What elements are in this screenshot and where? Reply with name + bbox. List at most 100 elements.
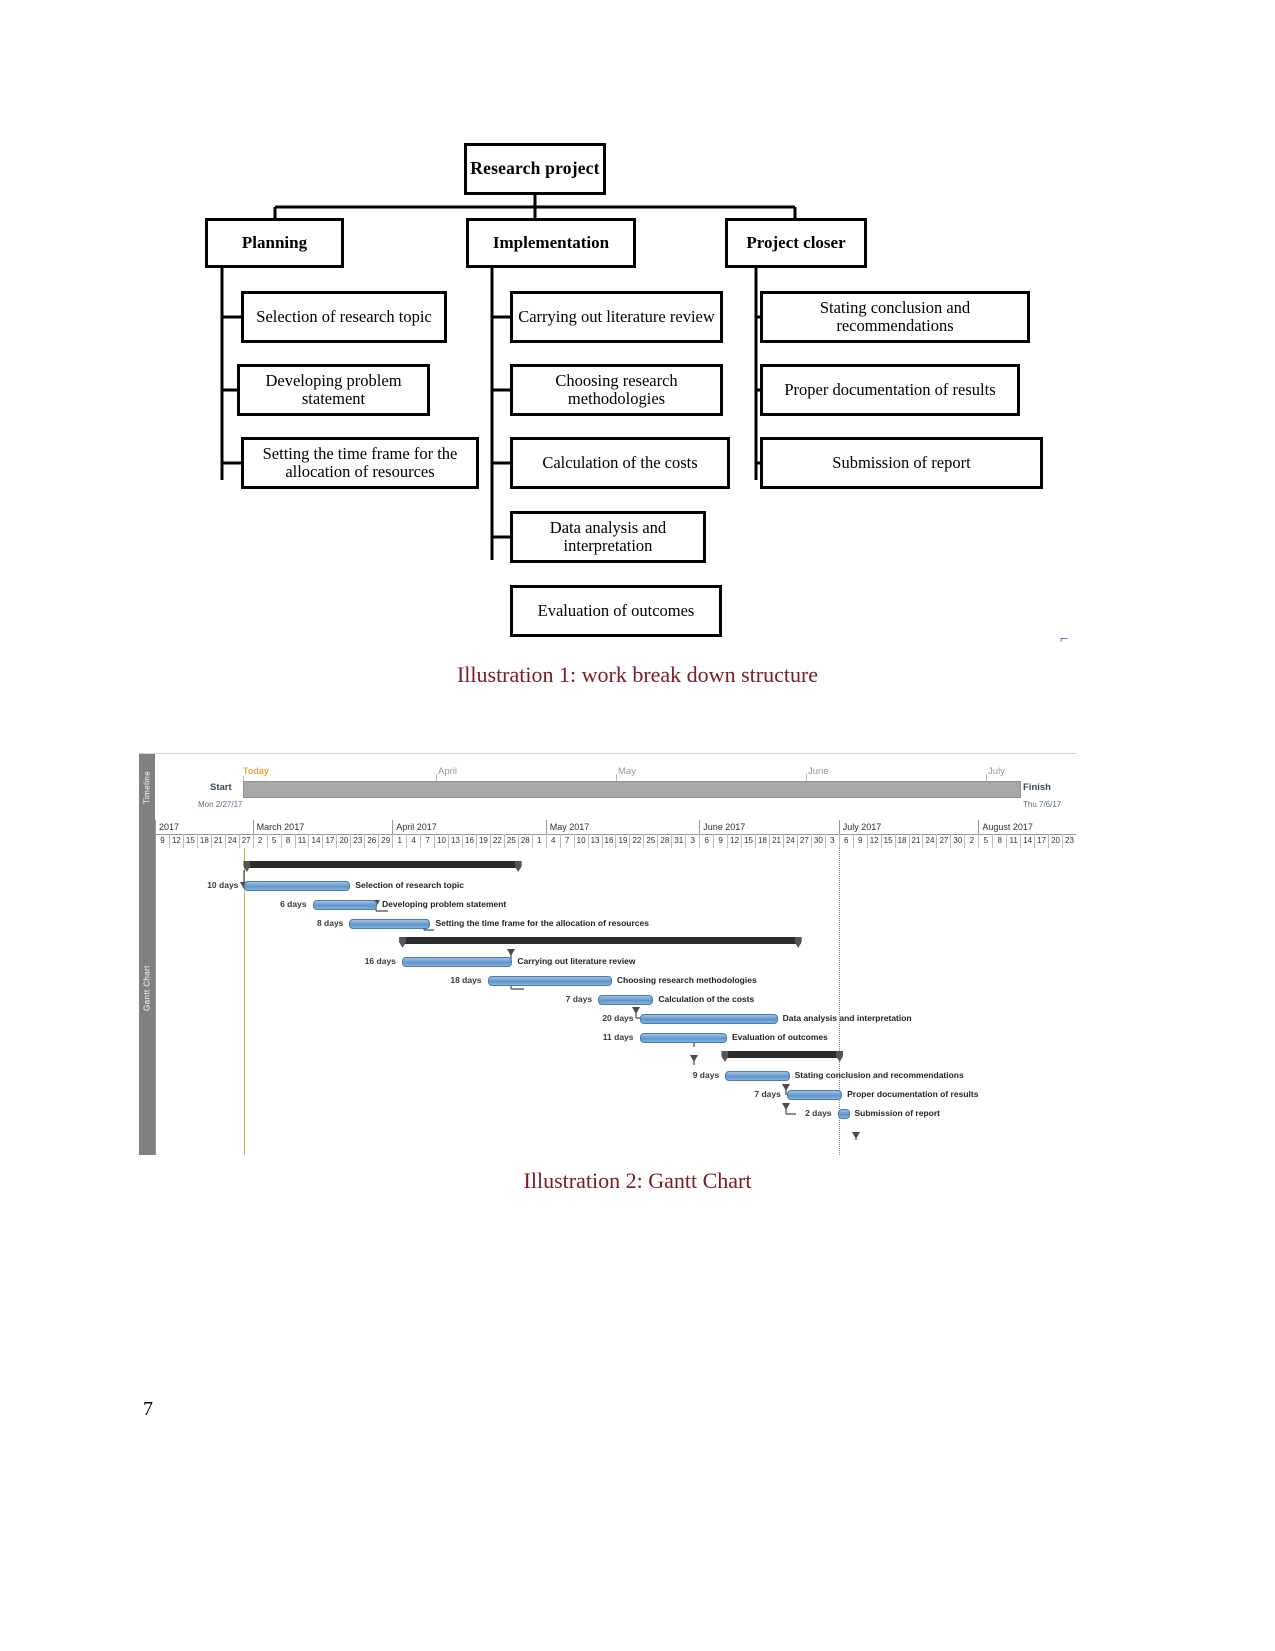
- gantt-day-tick: 25: [644, 834, 659, 848]
- gantt-day-tick: 7: [421, 834, 436, 848]
- wbs-task-proper-documentation-of-results: Proper documentation of results: [760, 364, 1020, 416]
- timeline-month-may: May: [618, 766, 636, 777]
- gantt-duration-label: 9 days: [692, 1070, 720, 1080]
- gantt-day-tick: 19: [617, 834, 631, 848]
- timeline-month-june: June: [808, 766, 829, 777]
- gantt-day-tick: 17: [323, 834, 338, 848]
- gantt-day-tick: 18: [896, 834, 910, 848]
- gantt-day-tick: 17: [1035, 834, 1050, 848]
- gantt-task-row: 11 days Evaluation of outcomes: [156, 1029, 1076, 1046]
- gantt-day-tick: 8: [993, 834, 1008, 848]
- today-marker-label: Today: [243, 766, 269, 776]
- gantt-day-tick: 6: [700, 834, 715, 848]
- gantt-month-header: April 2017: [393, 820, 547, 834]
- gantt-duration-label: 10 days: [207, 880, 239, 890]
- gantt-month-header: August 2017: [979, 820, 1076, 834]
- gantt-task-row: 9 days Stating conclusion and recommendat…: [156, 1067, 1076, 1084]
- gantt-day-tick: 16: [463, 834, 477, 848]
- wbs-task-setting-time-frame: Setting the time frame for the allocatio…: [241, 437, 479, 489]
- stray-mark: ⌐: [1060, 632, 1068, 647]
- gantt-task-row: 7 days Calculation of the costs: [156, 991, 1076, 1008]
- gantt-day-tick: 20: [1049, 834, 1064, 848]
- gantt-day-tick: 21: [770, 834, 784, 848]
- gantt-task-bar[interactable]: [786, 1090, 843, 1100]
- gantt-task-label: Proper documentation of results: [847, 1089, 979, 1099]
- gantt-month-header: June 2017: [700, 820, 840, 834]
- gantt-day-tick: 10: [575, 834, 589, 848]
- gantt-day-tick: 9: [714, 834, 729, 848]
- wbs-task-stating-conclusion-and-recommendations: Stating conclusion and recommendations: [760, 291, 1030, 343]
- work-breakdown-structure-diagram: Research project Planning Implementation…: [0, 0, 1275, 647]
- gantt-task-bar[interactable]: [401, 957, 513, 967]
- wbs-branch-planning: Planning: [205, 218, 344, 268]
- gantt-day-tick: 3: [686, 834, 701, 848]
- gantt-task-bar[interactable]: [639, 1014, 778, 1024]
- gantt-day-tick: 1: [393, 834, 408, 848]
- gantt-day-tick: 26: [365, 834, 380, 848]
- gantt-summary-cap-left: [721, 1051, 729, 1062]
- gantt-task-bar[interactable]: [598, 995, 654, 1005]
- gantt-task-bar[interactable]: [312, 900, 378, 910]
- gantt-task-row: 8 days Setting the time frame for the all…: [156, 915, 1076, 932]
- gantt-task-row: [156, 1048, 1076, 1065]
- gantt-grid: 2017 March 2017 April 2017 May 2017 June 201…: [155, 820, 1076, 1155]
- gantt-day-tick: 12: [728, 834, 743, 848]
- wbs-task-developing-problem-statement: Developing problem statement: [237, 364, 430, 416]
- gantt-day-tick: 7: [561, 834, 575, 848]
- gantt-day-tick: 10: [435, 834, 450, 848]
- gantt-summary-cap-right: [836, 1051, 844, 1062]
- gantt-day-tick: 23: [351, 834, 366, 848]
- gantt-day-tick: 29: [379, 834, 394, 848]
- gantt-day-tick: 24: [924, 834, 938, 848]
- gantt-chart-image: Timeline Gantt Chart Today April May Jun…: [139, 753, 1076, 1155]
- gantt-day-tick: 2: [965, 834, 980, 848]
- gantt-day-tick: 27: [240, 834, 254, 848]
- gantt-day-tick: 30: [951, 834, 966, 848]
- gantt-summary-bar: [400, 937, 801, 944]
- gantt-day-tick: 25: [505, 834, 519, 848]
- gantt-task-row: [156, 934, 1076, 951]
- gantt-day-tick: 27: [937, 834, 952, 848]
- gantt-day-tick: 23: [1063, 834, 1076, 848]
- gantt-day-tick: 19: [477, 834, 491, 848]
- gantt-day-tick: 24: [784, 834, 798, 848]
- gantt-month-header: July 2017: [840, 820, 980, 834]
- gantt-task-bar[interactable]: [487, 976, 612, 986]
- caption-illustration-1: Illustration 1: work break down structur…: [456, 662, 819, 687]
- wbs-task-submission-of-report: Submission of report: [760, 437, 1043, 489]
- gantt-duration-label: 7 days: [565, 994, 593, 1004]
- gantt-day-tick: 13: [589, 834, 603, 848]
- gantt-day-tick: 21: [212, 834, 226, 848]
- gantt-task-label: Evaluation of outcomes: [732, 1032, 828, 1042]
- wbs-task-selection-of-research-topic: Selection of research topic: [241, 291, 447, 343]
- gantt-day-tick: 11: [1007, 834, 1022, 848]
- gantt-day-tick: 28: [658, 834, 673, 848]
- gantt-day-tick: 30: [812, 834, 826, 848]
- gantt-task-bar[interactable]: [725, 1071, 790, 1081]
- gantt-day-tick: 1: [533, 834, 547, 848]
- gantt-day-tick: 4: [407, 834, 422, 848]
- timeline-span-bar: [243, 781, 1021, 798]
- gantt-day-tick: 18: [756, 834, 770, 848]
- gantt-task-row: 16 days Carrying out literature review: [156, 953, 1076, 970]
- gantt-day-header-row: 9 12 15 18 21 24 27 2 5 8 11 14 17 20 23 26 29 1 4 7 10 13 16 1…: [156, 834, 1076, 849]
- gantt-task-label: Developing problem statement: [382, 899, 507, 909]
- gantt-task-bar[interactable]: [349, 919, 431, 929]
- gantt-day-tick: 16: [603, 834, 617, 848]
- gantt-duration-label: 7 days: [754, 1089, 781, 1099]
- gantt-task-bar[interactable]: [837, 1109, 850, 1119]
- gantt-day-tick: 22: [491, 834, 505, 848]
- gantt-summary-cap-left: [399, 937, 407, 948]
- gantt-task-bar[interactable]: [244, 881, 351, 891]
- gantt-duration-label: 20 days: [602, 1013, 634, 1023]
- gantt-month-header-row: 2017 March 2017 April 2017 May 2017 June 201…: [156, 820, 1076, 835]
- gantt-month-header: May 2017: [547, 820, 701, 834]
- gantt-duration-label: 11 days: [602, 1032, 634, 1042]
- timeline-finish-date: Thu 7/6/17: [1023, 800, 1062, 809]
- timeline-month-july: July: [988, 766, 1005, 777]
- gantt-task-row: 18 days Choosing research methodologies: [156, 972, 1076, 989]
- gantt-day-tick: 11: [296, 834, 310, 848]
- gantt-task-label: Selection of research topic: [355, 880, 464, 890]
- gantt-duration-label: 8 days: [316, 918, 344, 928]
- gantt-task-bar[interactable]: [639, 1033, 727, 1043]
